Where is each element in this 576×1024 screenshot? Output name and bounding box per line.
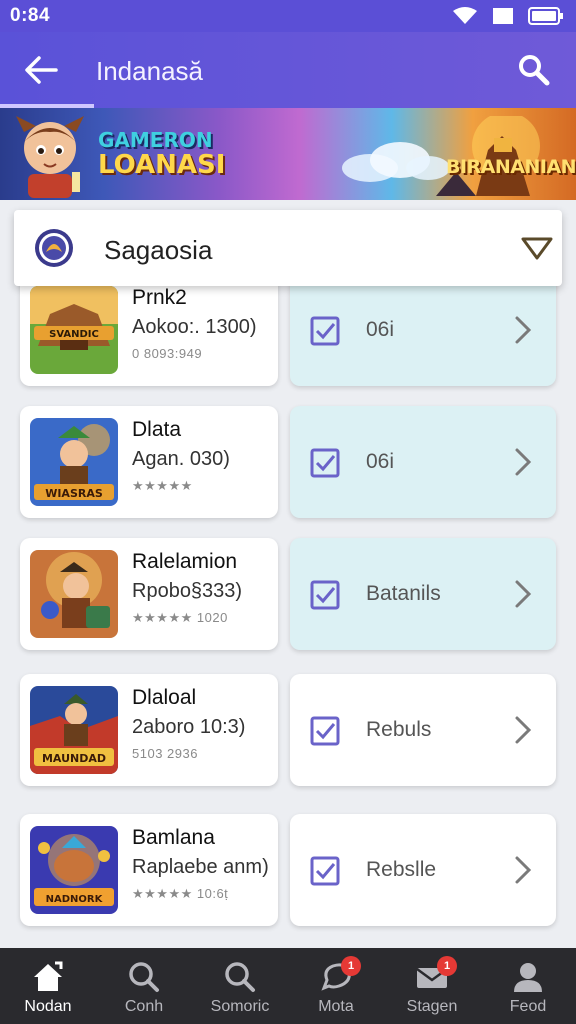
category-logo-icon <box>35 229 73 267</box>
battery-icon <box>528 7 563 25</box>
game-meta: 0 8093:949 <box>132 346 203 361</box>
mail-icon-wrap: 1 <box>415 956 457 994</box>
game-title: Dlaloal <box>132 686 197 709</box>
status-card[interactable]: Batanils <box>290 538 556 650</box>
nav-label: Nodan <box>24 998 72 1015</box>
nav-label: Conh <box>124 998 164 1015</box>
status-card[interactable]: Rebslle <box>290 814 556 926</box>
nav-item-home[interactable]: Nodan <box>0 948 96 1024</box>
game-card[interactable]: MAUNDAD Dlaloal 2aboro 10:3) 5103 2936 <box>20 674 278 786</box>
game-subtitle: Raplaebe anm) <box>132 856 269 878</box>
status-card[interactable]: Rebuls <box>290 674 556 786</box>
game-card[interactable]: Ralelamion Rpobo§333) ★★★★★ 1020 <box>20 538 278 650</box>
game-card[interactable]: SVANDIC Prnk2 Aokoo:. 1300) 0 8093:949 <box>20 286 278 386</box>
status-label: Batanils <box>366 582 441 605</box>
category-dropdown[interactable]: Sagaosia <box>14 210 562 286</box>
checkbox-checked-icon[interactable] <box>310 716 340 746</box>
chevron-right-icon[interactable] <box>512 854 534 886</box>
checkbox-checked-icon[interactable] <box>310 316 340 346</box>
status-icons <box>452 6 564 26</box>
checkbox-checked-icon[interactable] <box>310 448 340 478</box>
page-title: Indanasă <box>96 56 203 86</box>
status-bar: 0:84 <box>0 0 576 32</box>
game-thumbnail: MAUNDAD <box>30 686 118 774</box>
notification-badge: 1 <box>437 956 457 976</box>
chevron-right-icon[interactable] <box>512 446 534 478</box>
status-card[interactable]: 06i <box>290 286 556 386</box>
game-meta: ★★★★★ 10:6ṭ <box>132 886 229 901</box>
signal-icon <box>493 8 513 24</box>
status-label: 06i <box>366 450 395 473</box>
game-meta: ★★★★★ <box>132 478 193 493</box>
banner-logo-right: BIRANANIAN <box>446 156 576 178</box>
game-subtitle: 2aboro 10:3) <box>132 716 246 738</box>
banner-logo-left: GAMERON LOANASI <box>98 130 225 178</box>
status-label: Rebuls <box>366 718 432 741</box>
nav-label: Feod <box>509 998 547 1015</box>
bottom-nav: Nodan Conh Somoric 1 Mota 1 Stagen Feod <box>0 948 576 1024</box>
game-title: Prnk2 <box>132 286 187 309</box>
notification-badge: 1 <box>341 956 361 976</box>
game-thumbnail: NADNORK <box>30 826 118 914</box>
game-meta: ★★★★★ 1020 <box>132 610 228 625</box>
status-time: 0:84 <box>10 5 51 26</box>
game-title: Dlata <box>132 418 182 441</box>
chat-icon-wrap: 1 <box>319 956 361 994</box>
game-thumbnail <box>30 550 118 638</box>
person-icon <box>514 963 542 992</box>
chevron-right-icon[interactable] <box>512 314 534 346</box>
cloud-illustration <box>342 142 450 182</box>
checkbox-checked-icon[interactable] <box>310 580 340 610</box>
svg-text:SVANDIC: SVANDIC <box>49 329 99 340</box>
search-button[interactable] <box>514 50 554 90</box>
nav-label: Stagen <box>406 998 458 1015</box>
game-thumbnail: SVANDIC <box>30 286 118 374</box>
back-button[interactable] <box>22 52 60 88</box>
wifi-icon <box>453 7 477 24</box>
home-icon <box>34 961 63 991</box>
nav-item-feod[interactable]: Feod <box>480 948 576 1024</box>
character-illustration <box>16 116 84 198</box>
status-label: Rebslle <box>366 858 437 881</box>
nav-item-conh[interactable]: Conh <box>96 948 192 1024</box>
search-icon <box>225 962 255 992</box>
banner-title-line2: LOANASI <box>98 150 226 180</box>
nav-item-stagen[interactable]: 1 Stagen <box>384 948 480 1024</box>
nav-item-mota[interactable]: 1 Mota <box>288 948 384 1024</box>
game-title: Ralelamion <box>132 550 238 573</box>
chevron-down-icon[interactable] <box>520 234 554 262</box>
search-icon <box>519 55 550 86</box>
svg-text:NADNORK: NADNORK <box>46 894 104 905</box>
game-list: SVANDIC Prnk2 Aokoo:. 1300) 0 8093:949 0… <box>0 286 576 948</box>
checkbox-checked-icon[interactable] <box>310 856 340 886</box>
banner-title-line1: GAMERON <box>98 128 213 152</box>
nav-label: Somoric <box>210 998 270 1015</box>
status-label: 06i <box>366 318 395 341</box>
chevron-right-icon[interactable] <box>512 578 534 610</box>
game-thumbnail: WIASRAS <box>30 418 118 506</box>
game-card[interactable]: WIASRAS Dlata Agan. 030) ★★★★★ <box>20 406 278 518</box>
promo-banner[interactable]: GAMERON LOANASI BIRANANIAN <box>0 108 576 200</box>
app-bar: Indanasă <box>0 32 576 108</box>
nav-label: Mota <box>318 998 354 1015</box>
status-card[interactable]: 06i <box>290 406 556 518</box>
game-subtitle: Aokoo:. 1300) <box>132 316 257 338</box>
game-meta: 5103 2936 <box>132 746 198 761</box>
game-subtitle: Rpobo§333) <box>132 580 243 602</box>
arrow-left-icon <box>25 56 58 84</box>
svg-text:WIASRAS: WIASRAS <box>45 487 103 500</box>
nav-item-somoric[interactable]: Somoric <box>192 948 288 1024</box>
chevron-right-icon[interactable] <box>512 714 534 746</box>
dropdown-selected-value: Sagaosia <box>104 235 213 265</box>
game-subtitle: Agan. 030) <box>132 448 230 470</box>
game-card[interactable]: NADNORK Bamlana Raplaebe anm) ★★★★★ 10:6… <box>20 814 278 926</box>
game-title: Bamlana <box>132 826 215 849</box>
search-icon <box>129 962 159 992</box>
svg-text:MAUNDAD: MAUNDAD <box>42 752 106 765</box>
